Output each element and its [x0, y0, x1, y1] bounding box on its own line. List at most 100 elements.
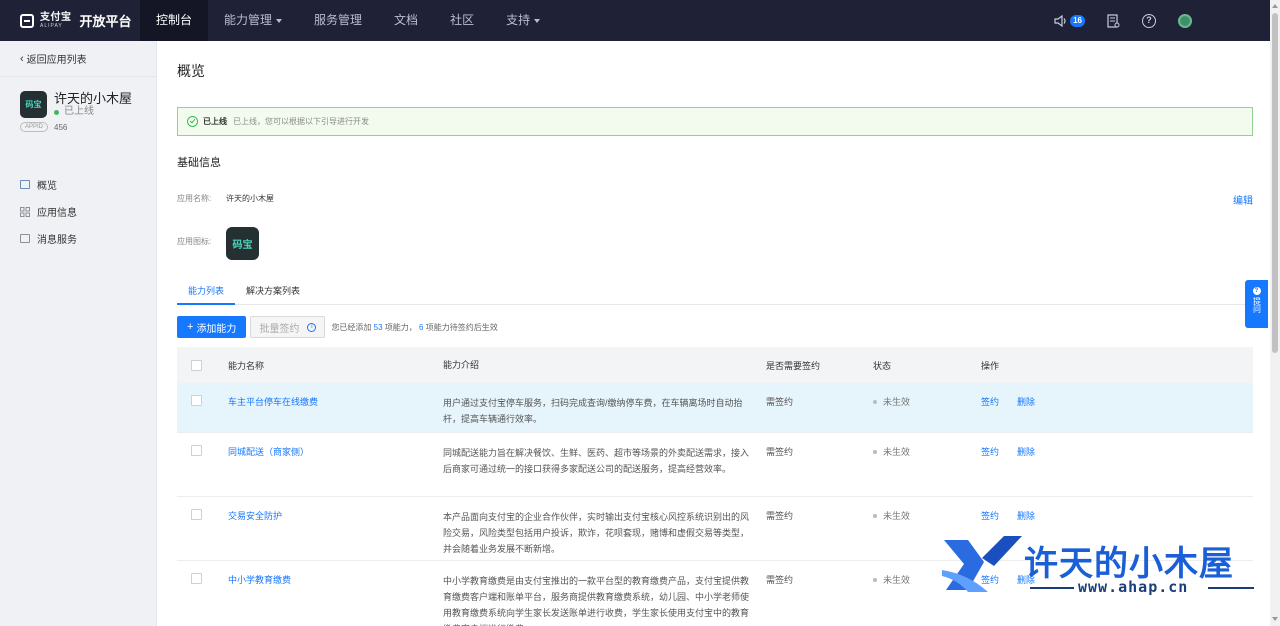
state-cell: 未生效 [873, 445, 981, 458]
chevron-left-icon: ‹ [20, 52, 24, 65]
sign-required: 需签约 [766, 447, 794, 457]
state-dot-icon [873, 513, 877, 518]
watermark-url: www.ahap.cn [1078, 578, 1189, 596]
appid-tag: APPID [20, 122, 49, 132]
appid-value: 456 [54, 122, 68, 132]
question-icon: ? [1252, 287, 1261, 295]
notifications-button[interactable]: 16 [1054, 14, 1085, 27]
app-icon: 码宝 [20, 91, 47, 118]
sidebar-menu: 概览 应用信息 消息服务 [0, 171, 156, 252]
row-checkbox[interactable] [191, 395, 202, 406]
sidebar-item-overview[interactable]: 概览 [0, 171, 156, 198]
brand-name-en: ALIPAY [40, 22, 63, 29]
delete-link[interactable]: 删除 [1017, 509, 1035, 522]
ops-cell: 签约 删除 [981, 395, 1253, 408]
basic-info-title: 基础信息 [177, 157, 221, 169]
platform-title: 开放平台 [79, 14, 132, 29]
status-alert: 已上线 已上线，您可以根据以下引导进行开发 [177, 107, 1253, 136]
capability-summary: 您已经添加 53 项能力， 6 项能力待签约后生效 [331, 322, 498, 332]
scrollbar-thumb[interactable] [1272, 13, 1278, 353]
capability-name-link[interactable]: 同城配送（商家侧） [228, 445, 443, 458]
nav-support[interactable]: 支持 [490, 0, 556, 41]
batch-sign-button[interactable]: 批量签约 i [250, 316, 326, 338]
sign-link[interactable]: 签约 [981, 509, 999, 522]
edit-link[interactable]: 编辑 [1233, 192, 1253, 207]
scroll-up-arrow-icon[interactable] [1272, 4, 1278, 8]
tab-solution-list[interactable]: 解决方案列表 [235, 279, 311, 305]
sign-required: 需签约 [766, 397, 794, 407]
app-card: 码宝 许天的小木屋 已上线 APPID 456 [0, 77, 156, 167]
capability-tabs: 能力列表 解决方案列表 [177, 279, 1253, 305]
brand-name-cn: 支付宝 [40, 11, 72, 23]
col-header-name: 能力名称 [228, 360, 265, 371]
back-label: 返回应用列表 [26, 55, 87, 66]
top-right-tools: 16 ? [1054, 13, 1270, 28]
vertical-scrollbar[interactable] [1270, 0, 1280, 626]
sidebar-item-message-service[interactable]: 消息服务 [0, 225, 156, 252]
alert-message: 已上线，您可以根据以下引导进行开发 [233, 117, 369, 126]
app-status: 已上线 [54, 106, 132, 118]
ask-question-button[interactable]: ? 提问 [1245, 280, 1268, 328]
state-cell: 未生效 [873, 509, 981, 522]
notification-count-badge: 16 [1070, 14, 1085, 27]
sign-link[interactable]: 签约 [981, 395, 999, 408]
app-icon-large: 码宝 [226, 227, 259, 260]
chevron-down-icon [534, 18, 541, 23]
nav-community[interactable]: 社区 [434, 0, 490, 41]
col-header-state: 状态 [873, 360, 892, 371]
ops-cell: 签约 删除 [981, 509, 1253, 522]
nav-docs[interactable]: 文档 [378, 0, 434, 41]
capability-name-link[interactable]: 车主平台停车在线缴费 [228, 395, 443, 408]
brand-logo[interactable]: 支付宝 ALIPAY 开放平台 [0, 0, 140, 41]
row-checkbox[interactable] [191, 509, 202, 520]
nav-capability-management[interactable]: 能力管理 [208, 0, 298, 41]
app-name-label: 应用名称: [177, 194, 212, 203]
state-cell: 未生效 [873, 395, 981, 408]
capability-name-link[interactable]: 中小学教育缴费 [228, 573, 443, 586]
col-header-ops: 操作 [981, 360, 1000, 371]
delete-link[interactable]: 删除 [1017, 395, 1035, 408]
col-header-sign: 是否需要签约 [766, 360, 821, 371]
watermark: 许天的小木屋 www.ahap.cn [938, 534, 1270, 604]
app-icon-label: 应用图标: [177, 237, 212, 246]
row-checkbox[interactable] [191, 445, 202, 456]
x-logo-icon [942, 536, 1022, 592]
capability-name-link[interactable]: 交易安全防护 [228, 509, 443, 522]
row-checkbox[interactable] [191, 573, 202, 584]
nav-service-management[interactable]: 服务管理 [298, 0, 378, 41]
app-name: 许天的小木屋 [54, 91, 133, 106]
ops-cell: 签约 删除 [981, 445, 1253, 458]
capability-desc: 同城配送能力旨在解决餐饮、生鲜、医药、超市等场景的外卖配送需求，接入后商家可通过… [443, 448, 750, 474]
plus-icon: + [187, 321, 194, 333]
table-header: 能力名称 能力介绍 是否需要签约 状态 操作 [177, 347, 1253, 383]
document-icon[interactable] [1107, 13, 1120, 28]
state-dot-icon [873, 577, 877, 582]
page-title: 概览 [177, 63, 205, 79]
scroll-down-arrow-icon[interactable] [1272, 617, 1278, 621]
capability-desc: 中小学教育缴费是由支付宝推出的一款平台型的教育缴费产品，支付宝提供教育缴费客户端… [443, 576, 750, 626]
speaker-icon [1054, 14, 1066, 27]
table-row[interactable]: 同城配送（商家侧） 同城配送能力旨在解决餐饮、生鲜、医药、超市等场景的外卖配送需… [177, 433, 1253, 497]
nav-console[interactable]: 控制台 [140, 0, 209, 41]
delete-link[interactable]: 删除 [1017, 445, 1035, 458]
app-name-value: 许天的小木屋 [226, 194, 274, 203]
sign-link[interactable]: 签约 [981, 445, 999, 458]
appid-row: APPID 456 [20, 122, 156, 132]
sign-required: 需签约 [766, 511, 794, 521]
sidebar: ‹ 返回应用列表 码宝 许天的小木屋 已上线 APPID 456 概览 应用信息… [0, 41, 157, 626]
select-all-checkbox[interactable] [191, 359, 202, 371]
grid-icon [20, 206, 30, 217]
alert-status: 已上线 [203, 117, 227, 126]
avatar[interactable] [1178, 13, 1192, 28]
back-to-app-list-link[interactable]: ‹ 返回应用列表 [0, 41, 156, 77]
check-circle-icon [187, 116, 198, 127]
capability-desc: 用户通过支付宝停车服务，扫码完成查询/缴纳停车费，在车辆离场时自动抬杆，提高车辆… [443, 398, 743, 424]
table-row[interactable]: 车主平台停车在线缴费 用户通过支付宝停车服务，扫码完成查询/缴纳停车费，在车辆离… [177, 383, 1253, 433]
tab-capability-list[interactable]: 能力列表 [177, 279, 236, 305]
add-capability-button[interactable]: + 添加能力 [177, 316, 247, 338]
screen-icon [20, 234, 30, 243]
sidebar-item-app-info[interactable]: 应用信息 [0, 198, 156, 225]
monitor-icon [20, 180, 30, 189]
info-icon[interactable]: i [307, 322, 317, 332]
help-icon[interactable]: ? [1142, 13, 1156, 28]
